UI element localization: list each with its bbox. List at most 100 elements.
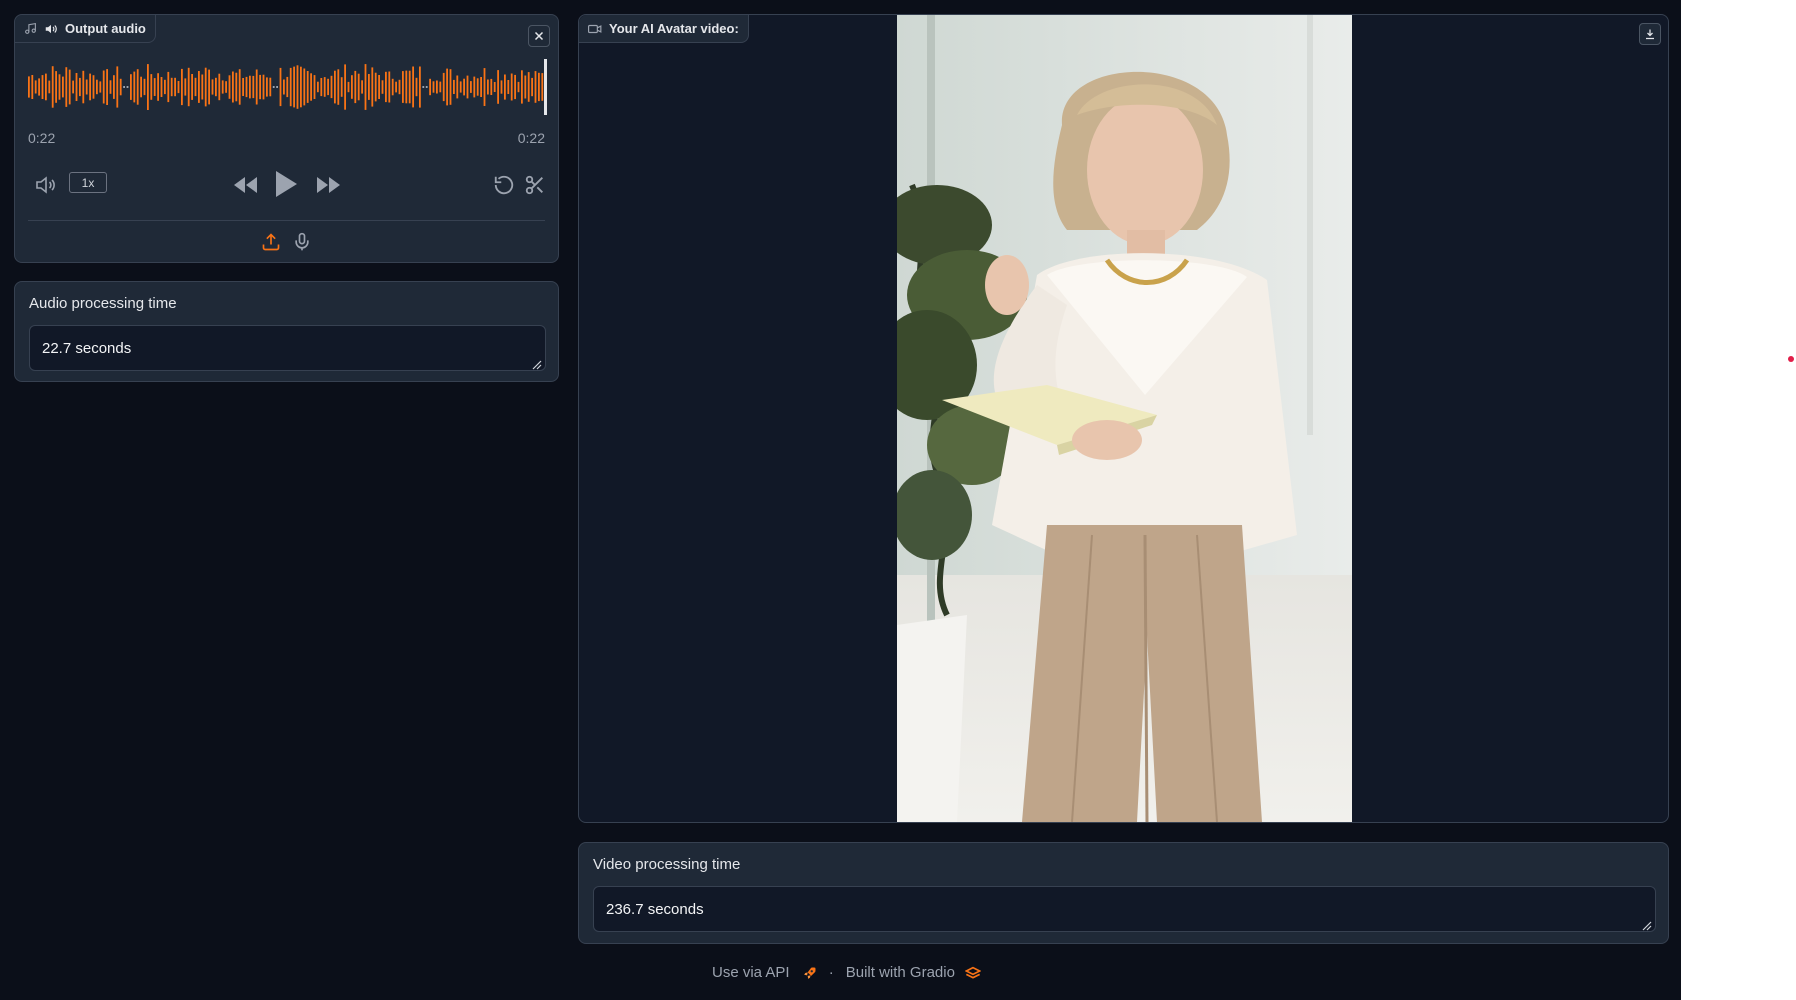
waveform-bar — [215, 77, 217, 97]
controls-divider — [28, 220, 545, 221]
waveform-bar — [497, 70, 499, 104]
waveform-bar — [238, 69, 241, 105]
use-via-api-link[interactable]: Use via API — [712, 964, 817, 981]
waveform-bar — [62, 76, 64, 98]
waveform-bar — [116, 66, 119, 108]
waveform-bar — [344, 64, 346, 110]
waveform-bar — [96, 79, 98, 95]
waveform-bar — [357, 73, 360, 101]
waveform-bar — [524, 75, 527, 99]
waveform-bar — [34, 80, 37, 94]
waveform-bar — [242, 78, 244, 96]
waveform-bar — [507, 80, 510, 94]
waveform-bar — [174, 77, 176, 97]
waveform-bar — [123, 86, 125, 88]
scissors-icon — [524, 174, 546, 196]
upload-icon — [261, 232, 281, 252]
built-with-gradio-text: Built with Gradio — [845, 964, 955, 981]
waveform-bar — [48, 80, 51, 94]
waveform-bar — [269, 77, 272, 97]
waveform-bar — [419, 66, 421, 108]
upload-button[interactable] — [259, 230, 283, 254]
waveform-bar — [99, 81, 102, 93]
resize-handle-icon[interactable] — [532, 357, 542, 370]
waveform-bar — [140, 76, 142, 98]
waveform-bar — [303, 68, 306, 106]
waveform-bar — [480, 77, 482, 97]
waveform-bar — [113, 75, 115, 99]
waveform-bar — [378, 75, 380, 99]
waveform-bar — [208, 69, 210, 105]
forward-button[interactable] — [314, 172, 344, 198]
waveform-bar — [504, 74, 506, 100]
video-block-label: Your AI Avatar video: — [579, 15, 749, 43]
waveform-bar — [313, 75, 316, 99]
waveform-bar — [58, 74, 61, 100]
download-button[interactable] — [1639, 23, 1661, 45]
avatar-video[interactable] — [897, 15, 1352, 822]
waveform-bar — [160, 77, 163, 97]
waveform-bar — [361, 80, 363, 94]
video-processing-time-label: Video processing time — [593, 856, 741, 873]
waveform-bar — [85, 79, 88, 95]
waveform-bar — [330, 75, 333, 99]
waveform-bar — [514, 74, 516, 100]
waveform-bar — [255, 69, 258, 105]
waveform-bar — [354, 70, 357, 104]
waveform-bar — [289, 67, 292, 107]
waveform-bar — [517, 81, 520, 93]
waveform-bar — [327, 78, 329, 96]
waveform-bar — [534, 71, 537, 103]
waveform-bar — [500, 80, 503, 94]
waveform-bar — [119, 78, 122, 96]
waveform-bar — [412, 66, 414, 108]
waveform-bar — [456, 75, 459, 99]
rewind-button[interactable] — [230, 172, 260, 198]
waveform-bar — [487, 79, 489, 95]
waveform-bar — [527, 72, 530, 102]
resize-handle-icon[interactable] — [1642, 918, 1652, 931]
music-note-icon — [24, 22, 37, 35]
play-button[interactable] — [271, 167, 301, 201]
waveform-bar — [218, 73, 221, 101]
waveform-bar — [177, 81, 180, 94]
waveform-bar — [259, 74, 261, 100]
waveform-bar — [286, 76, 289, 98]
waveform-bar — [79, 77, 81, 97]
waveform-bar — [283, 79, 285, 95]
waveform-bar — [225, 81, 227, 93]
volume-button[interactable] — [33, 172, 59, 198]
record-button[interactable] — [290, 230, 314, 254]
video-label-text: Your AI Avatar video: — [609, 21, 739, 36]
close-button[interactable] — [528, 25, 550, 47]
waveform-bar — [194, 77, 197, 97]
waveform-bar — [187, 67, 190, 107]
close-icon — [533, 30, 545, 42]
waveform-bar — [235, 72, 238, 102]
waveform-bar — [340, 77, 343, 97]
waveform-bar — [493, 82, 496, 92]
audio-waveform[interactable] — [28, 57, 548, 117]
reset-button[interactable] — [492, 173, 516, 197]
waveform-bar — [306, 71, 309, 103]
waveform-bar — [147, 64, 149, 110]
playhead[interactable] — [544, 59, 547, 115]
audio-processing-time-field[interactable]: 22.7 seconds — [29, 325, 546, 371]
trim-button[interactable] — [523, 173, 547, 197]
playback-rate-button[interactable]: 1x — [69, 172, 107, 193]
waveform-bar — [374, 72, 377, 102]
waveform-bar — [541, 73, 544, 101]
waveform-bar — [538, 72, 540, 102]
built-with-gradio-link[interactable]: Built with Gradio — [845, 964, 982, 981]
waveform-bar — [429, 78, 431, 96]
waveform-bar — [51, 66, 54, 108]
waveform-bar — [279, 67, 282, 107]
waveform-bar — [82, 70, 85, 104]
waveform-bar — [395, 81, 397, 93]
waveform-bar — [170, 77, 173, 97]
video-processing-time-field[interactable]: 236.7 seconds — [593, 886, 1656, 932]
waveform-bar — [252, 75, 255, 99]
waveform-bar — [232, 71, 234, 103]
waveform-bar — [228, 75, 231, 99]
video-camera-icon — [588, 23, 602, 35]
